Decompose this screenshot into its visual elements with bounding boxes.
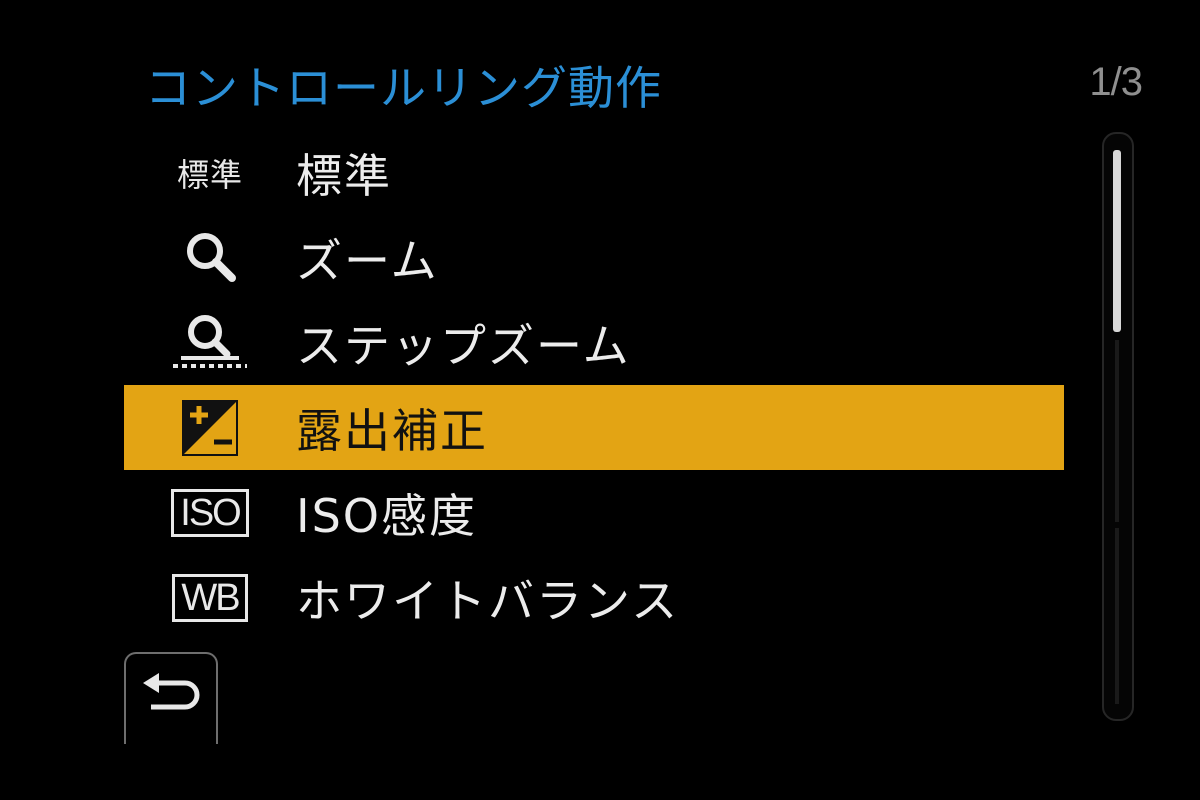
scroll-thumb[interactable] — [1113, 150, 1121, 332]
menu-item-label: 露出補正 — [296, 403, 488, 458]
menu-item-label: ホワイトバランス — [296, 573, 680, 628]
step-zoom-icon — [124, 300, 296, 385]
page-title: コントロールリング動作 — [145, 61, 662, 115]
page-indicator: 1/3 — [1089, 60, 1143, 104]
menu-item-zoom[interactable]: ズーム — [124, 215, 1064, 300]
menu-item-label: ステップズーム — [296, 318, 631, 373]
scroll-segment — [1115, 340, 1119, 522]
scroll-segment — [1115, 528, 1119, 704]
menu-item-exposure-compensation[interactable]: 露出補正 — [124, 385, 1064, 470]
menu-item-label: 標準 — [296, 148, 392, 203]
standard-icon-text: 標準 — [176, 155, 243, 194]
menu-item-standard[interactable]: 標準 標準 — [124, 130, 1064, 215]
iso-icon-text: ISO — [171, 488, 249, 537]
return-arrow-icon — [139, 673, 203, 725]
menu-item-label: ISO感度 — [296, 488, 477, 543]
menu-item-white-balance[interactable]: WB ホワイトバランス — [124, 555, 1064, 640]
iso-icon: ISO — [124, 470, 296, 555]
zoom-magnifier-icon — [124, 215, 296, 300]
back-button[interactable] — [124, 652, 218, 744]
wb-icon-text: WB — [172, 573, 248, 622]
menu-item-iso[interactable]: ISO ISO感度 — [124, 470, 1064, 555]
menu-list: 標準 標準 ズーム ステップズーム 露出補正 ISO ISO感度 WB ホワイト… — [124, 130, 1064, 640]
menu-item-label: ズーム — [296, 233, 439, 288]
standard-text-icon: 標準 — [124, 130, 296, 215]
white-balance-icon: WB — [124, 555, 296, 640]
menu-item-step-zoom[interactable]: ステップズーム — [124, 300, 1064, 385]
exposure-compensation-icon — [124, 385, 296, 470]
scrollbar[interactable] — [1102, 132, 1134, 721]
camera-menu-screen: コントロールリング動作 1/3 標準 標準 ズーム ステップズーム 露出補正 I… — [0, 0, 1200, 800]
